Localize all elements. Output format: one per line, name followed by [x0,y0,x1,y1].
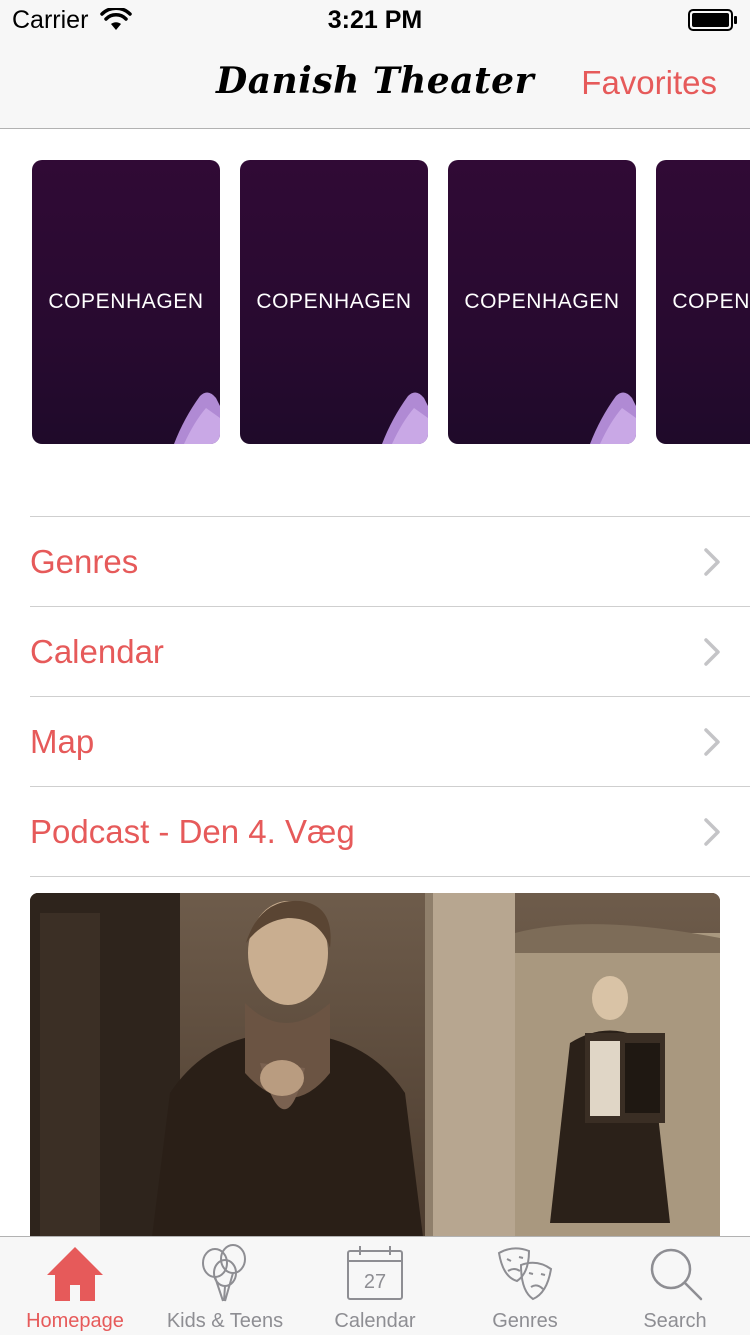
chevron-right-icon [704,548,720,576]
card-label: COPENHAGEN [48,290,204,313]
featured-photo[interactable] [30,893,720,1253]
card-artwork [174,392,220,444]
carousel-card[interactable]: COPENHAGEN [32,160,220,444]
card-artwork [382,392,428,444]
balloons-icon [202,1244,246,1302]
status-time: 3:21 PM [327,6,423,34]
tab-bar: Homepage Kids & Teens 27 Calendar Genres… [0,1236,750,1335]
chevron-right-icon [704,728,720,756]
card-artwork [590,392,636,444]
featured-carousel[interactable]: COPENHAGEN COPENHAGEN COPENHAGEN COPENHA… [0,129,750,469]
tab-search[interactable]: Search [600,1237,750,1335]
menu-item-label: Calendar [30,633,164,670]
carousel-card[interactable]: COPENHAGEN [656,160,750,444]
tab-label: Calendar [334,1310,416,1332]
tab-label: Search [643,1310,707,1332]
tab-kids-teens[interactable]: Kids & Teens [150,1237,300,1335]
card-label: COPENHAGEN [672,290,750,313]
menu-item-genres[interactable]: Genres [30,517,750,607]
menu-item-label: Map [30,723,95,760]
status-bar: Carrier 3:21 PM [0,0,750,40]
card-label: COPENHAGEN [464,290,620,313]
chevron-right-icon [704,818,720,846]
calendar-icon: 27 [347,1246,403,1300]
tab-homepage[interactable]: Homepage [0,1237,150,1335]
carousel-card[interactable]: COPENHAGEN [448,160,636,444]
theater-masks-icon [497,1247,553,1301]
navigation-bar: Danish Theater Favorites [0,40,750,129]
tab-label: Kids & Teens [166,1310,284,1332]
tab-calendar[interactable]: 27 Calendar [300,1237,450,1335]
menu-item-calendar[interactable]: Calendar [30,607,750,697]
home-icon [47,1247,103,1301]
menu-item-podcast[interactable]: Podcast - Den 4. Væg [30,787,750,877]
tab-genres[interactable]: Genres [450,1237,600,1335]
tab-label: Homepage [26,1310,124,1332]
search-icon [650,1248,703,1301]
menu-item-label: Genres [30,543,139,580]
chevron-right-icon [704,638,720,666]
menu-item-label: Podcast - Den 4. Væg [30,813,355,850]
carousel-card[interactable]: COPENHAGEN [240,160,428,444]
menu-list: Genres Calendar Map Podcast - Den 4. Væg [30,516,750,877]
tab-label: Genres [492,1310,558,1332]
battery-icon [688,9,737,31]
calendar-day: 27 [364,1271,386,1293]
favorites-button[interactable]: Favorites [581,64,717,102]
menu-item-map[interactable]: Map [30,697,750,787]
featured-photo-artwork [30,893,720,1253]
card-label: COPENHAGEN [256,290,412,313]
